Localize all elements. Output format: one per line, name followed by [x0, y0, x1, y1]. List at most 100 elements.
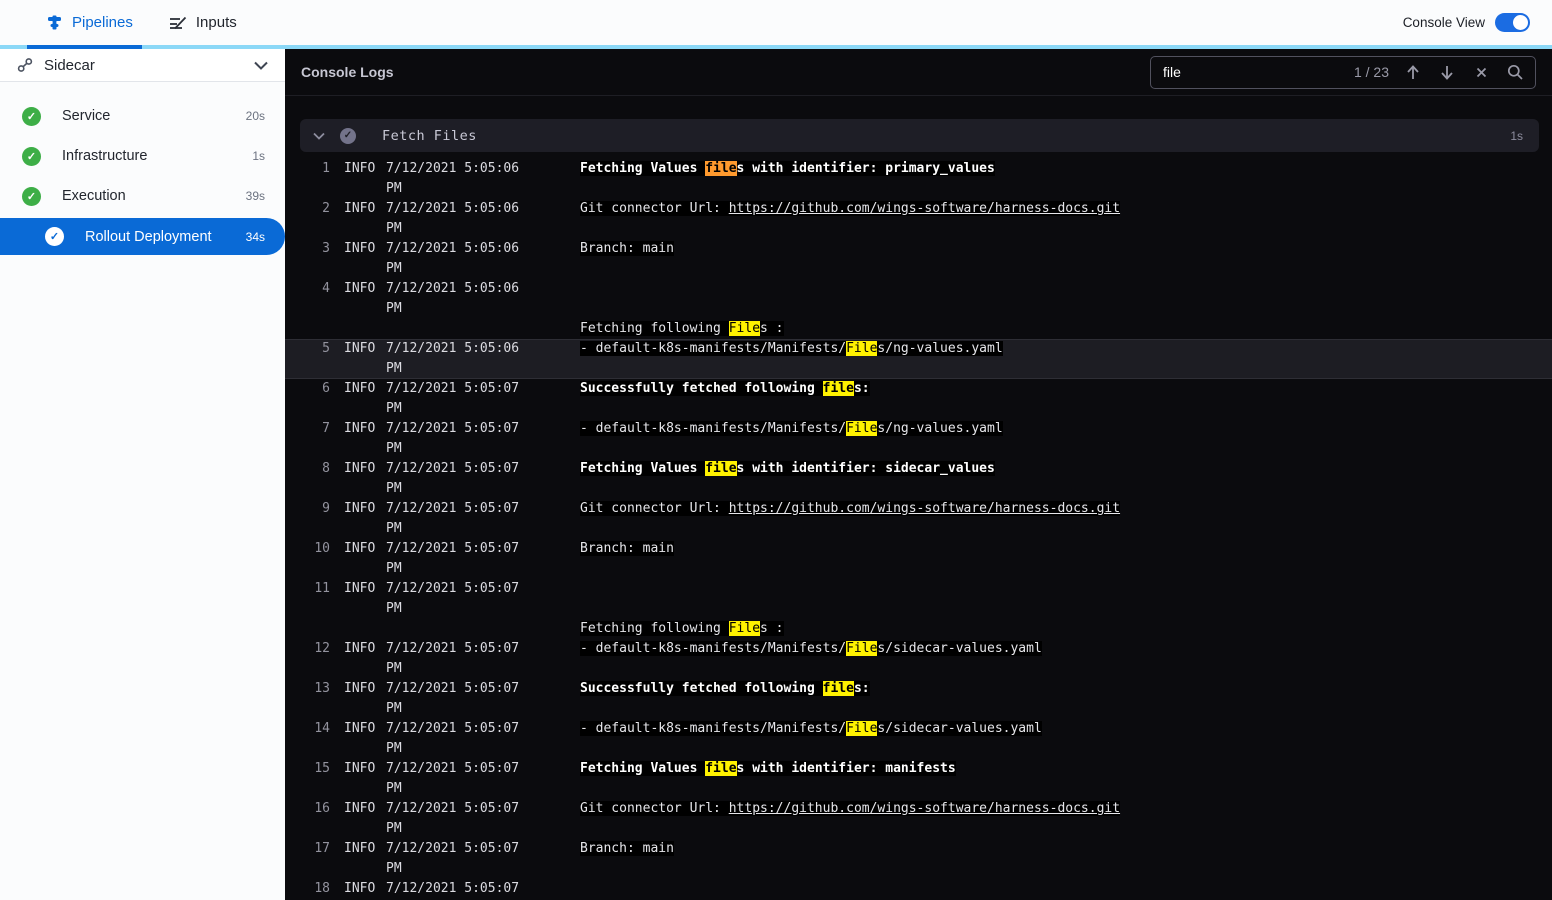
log-message: - default-k8s-manifests/Manifests/Files/…	[580, 341, 1003, 356]
sidebar-step-infrastructure[interactable]: ✓ Infrastructure 1s	[0, 136, 285, 176]
log-level: INFO	[344, 161, 376, 176]
log-list: 1 INFO 7/12/2021 5:05:06 PM Fetching Values…	[285, 159, 1552, 900]
search-match: File	[728, 321, 761, 336]
log-line-number: 14	[314, 721, 330, 736]
step-success-check-icon: ✓	[22, 186, 41, 206]
active-tab-underline	[27, 45, 142, 49]
log-timestamp: 7/12/2021 5:05:07 PM	[386, 581, 520, 616]
log-section-header[interactable]: ✓ Fetch Files 1s	[300, 119, 1539, 152]
log-timestamp: 7/12/2021 5:05:07 PM	[386, 881, 520, 896]
search-match: file	[705, 761, 737, 776]
log-row: 6 INFO 7/12/2021 5:05:07 PM Successfully fe…	[285, 379, 1552, 419]
stage-header[interactable]: Sidecar	[0, 49, 285, 82]
log-link[interactable]: https://github.com/wings-software/harnes…	[729, 801, 1120, 816]
log-line-number: 7	[322, 421, 330, 436]
accent-strip	[0, 45, 1552, 49]
log-line-number: 13	[314, 681, 330, 696]
step-label: Infrastructure	[62, 148, 148, 164]
step-list: ✓ Service 20s ✓ Infrastructure 1s ✓ Execution 39…	[0, 82, 285, 255]
log-message: Branch: main	[580, 541, 674, 556]
console-panel: Console Logs 1 / 23	[285, 49, 1552, 900]
log-timestamp: 7/12/2021 5:05:06 PM	[386, 341, 520, 376]
pipelines-icon	[45, 14, 63, 32]
step-duration: 39s	[245, 189, 265, 203]
sidebar-step-service[interactable]: ✓ Service 20s	[0, 96, 285, 136]
sidebar: Sidecar ✓ Service 20s ✓ Infrastructure 1s ✓ Exe…	[0, 49, 285, 900]
log-row: 17 INFO 7/12/2021 5:05:07 PM Branch: main	[285, 839, 1552, 879]
step-duration: 20s	[245, 109, 265, 123]
log-level: INFO	[344, 501, 376, 516]
collapse-chevron-down-icon[interactable]	[313, 132, 325, 140]
search-match: File	[846, 341, 878, 356]
log-level: INFO	[344, 341, 376, 356]
prev-match-arrow-up-icon[interactable]	[1403, 64, 1423, 80]
log-message: Git connector Url: https://github.com/wi…	[580, 801, 1121, 816]
log-timestamp: 7/12/2021 5:05:07 PM	[386, 841, 520, 876]
log-row: Fetching following Files :	[285, 319, 1552, 339]
log-row: 16 INFO 7/12/2021 5:05:07 PM Git connector …	[285, 799, 1552, 839]
log-row: 15 INFO 7/12/2021 5:05:07 PM Fetching Value…	[285, 759, 1552, 799]
log-timestamp: 7/12/2021 5:05:07 PM	[386, 801, 520, 836]
log-row: Fetching following Files :	[285, 619, 1552, 639]
log-section-title: Fetch Files	[382, 127, 477, 144]
log-level: INFO	[344, 381, 376, 396]
search-match: file	[822, 681, 854, 696]
log-row: 1 INFO 7/12/2021 5:05:06 PM Fetching Values…	[285, 159, 1552, 199]
log-message: Branch: main	[580, 241, 674, 256]
log-line-number: 1	[322, 161, 330, 176]
search-icon[interactable]	[1505, 64, 1525, 80]
log-search-box: 1 / 23	[1150, 55, 1536, 89]
log-timestamp: 7/12/2021 5:05:06 PM	[386, 281, 520, 316]
log-level: INFO	[344, 201, 376, 216]
search-input[interactable]	[1163, 64, 1323, 80]
log-message: Successfully fetched following files:	[580, 681, 870, 696]
search-match: file	[822, 381, 854, 396]
log-line-number: 9	[322, 501, 330, 516]
log-line-number: 8	[322, 461, 330, 476]
stage-title: Sidecar	[44, 56, 95, 74]
log-message: - default-k8s-manifests/Manifests/Files/…	[580, 641, 1042, 656]
tab-inputs[interactable]: Inputs	[169, 0, 237, 45]
next-match-arrow-down-icon[interactable]	[1437, 65, 1457, 80]
log-timestamp: 7/12/2021 5:05:07 PM	[386, 721, 520, 756]
chevron-down-icon[interactable]	[254, 61, 268, 70]
log-line-number: 3	[322, 241, 330, 256]
log-message: - default-k8s-manifests/Manifests/Files/…	[580, 421, 1003, 436]
log-row: 8 INFO 7/12/2021 5:05:07 PM Fetching Values…	[285, 459, 1552, 499]
search-match: File	[846, 641, 878, 656]
tab-pipelines[interactable]: Pipelines	[45, 0, 133, 45]
log-row: 4 INFO 7/12/2021 5:05:06 PM	[285, 279, 1552, 319]
clear-search-close-icon[interactable]	[1471, 67, 1491, 78]
step-duration: 1s	[252, 149, 265, 163]
sidebar-step-execution[interactable]: ✓ Execution 39s	[0, 176, 285, 216]
step-success-check-icon: ✓	[22, 106, 41, 126]
log-link[interactable]: https://github.com/wings-software/harnes…	[729, 501, 1120, 516]
log-timestamp: 7/12/2021 5:05:07 PM	[386, 421, 520, 456]
log-line-number: 16	[314, 801, 330, 816]
console-title: Console Logs	[301, 64, 394, 80]
log-timestamp: 7/12/2021 5:05:07 PM	[386, 381, 520, 416]
log-line-number: 6	[322, 381, 330, 396]
sidebar-step-rollout-deployment[interactable]: ✓ Rollout Deployment 34s	[0, 218, 285, 255]
top-bar: Pipelines Inputs Console View	[0, 0, 1552, 45]
log-message: Fetching following Files :	[580, 321, 784, 336]
log-message: Git connector Url: https://github.com/wi…	[580, 501, 1121, 516]
console-view-toggle[interactable]	[1495, 13, 1530, 32]
log-message: - default-k8s-manifests/Manifests/Files/…	[580, 721, 1042, 736]
search-match: File	[728, 621, 761, 636]
search-match-current: file	[705, 161, 737, 176]
log-row: 9 INFO 7/12/2021 5:05:07 PM Git connector U…	[285, 499, 1552, 539]
step-label: Execution	[62, 188, 126, 204]
log-row: 12 INFO 7/12/2021 5:05:07 PM - default-k8s-…	[285, 639, 1552, 679]
log-row: 3 INFO 7/12/2021 5:05:06 PM Branch: main	[285, 239, 1552, 279]
log-timestamp: 7/12/2021 5:05:07 PM	[386, 761, 520, 796]
log-timestamp: 7/12/2021 5:05:07 PM	[386, 641, 520, 676]
toggle-knob	[1513, 15, 1528, 30]
log-level: INFO	[344, 761, 376, 776]
log-link[interactable]: https://github.com/wings-software/harnes…	[729, 201, 1120, 216]
log-line-number: 11	[314, 581, 330, 596]
log-line-number: 2	[322, 201, 330, 216]
tab-pipelines-label: Pipelines	[72, 14, 133, 31]
log-line-number: 15	[314, 761, 330, 776]
log-row: 5 INFO 7/12/2021 5:05:06 PM - default-k8s-m…	[285, 339, 1552, 379]
